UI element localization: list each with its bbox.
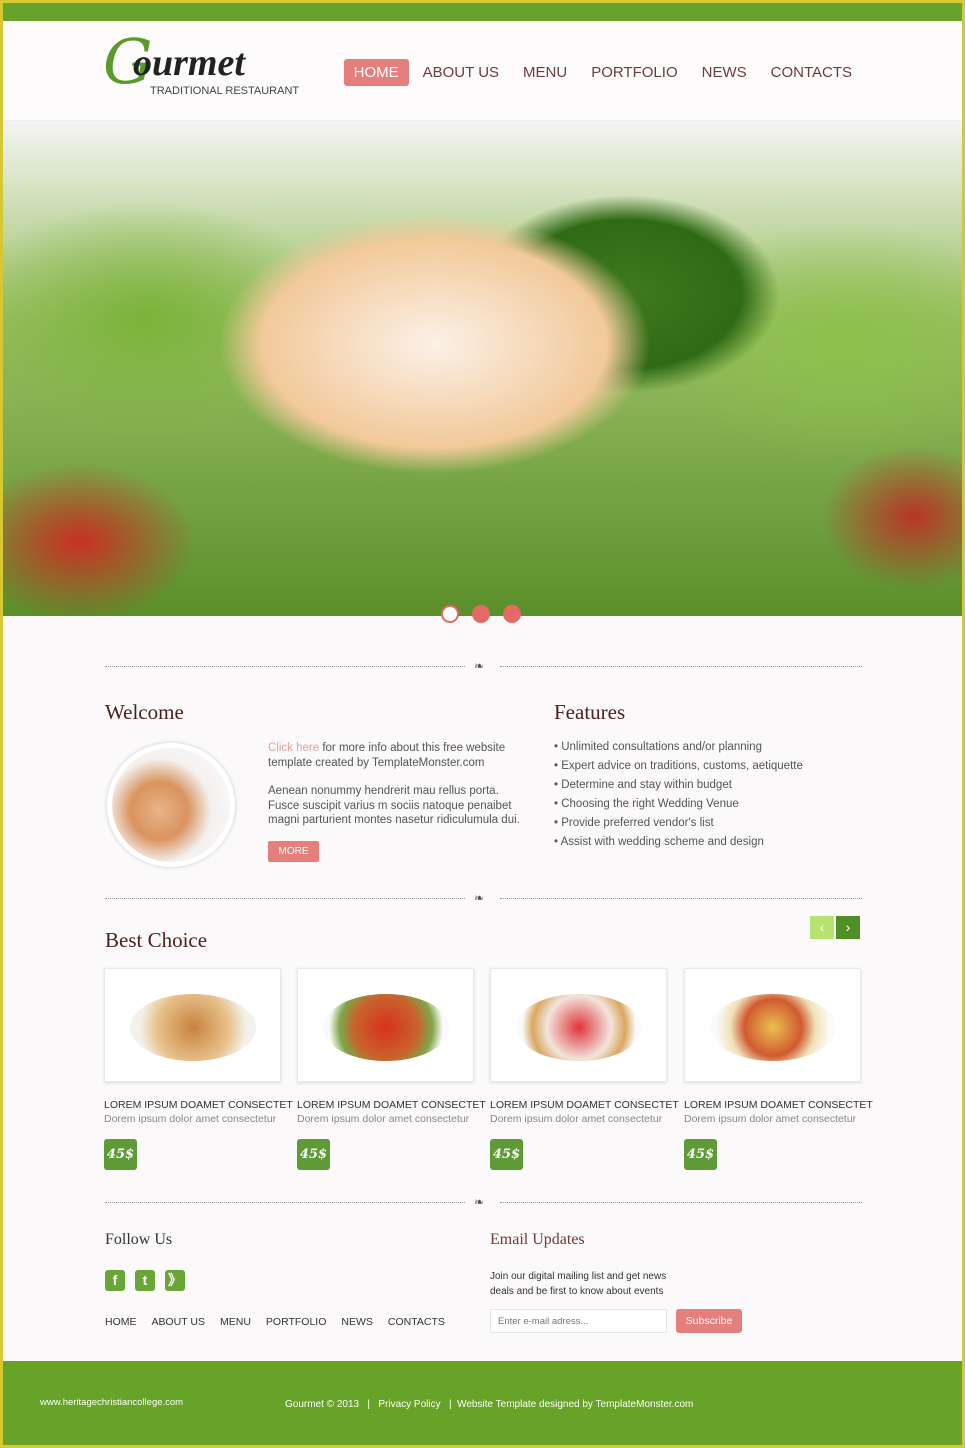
email-text: Join our digital mailing list and get ne… <box>490 1271 667 1297</box>
divider: ❧ <box>105 1195 862 1209</box>
product-desc: Dorem ipsum dolor amet consectetur <box>684 1113 857 1125</box>
price-badge: 45$ <box>297 1139 330 1170</box>
divider: ❧ <box>105 659 862 673</box>
ornament-icon: ❧ <box>474 659 485 673</box>
product-title: LOREM IPSUM DOAMET CONSECTET <box>104 1099 293 1111</box>
prev-arrow-icon[interactable]: ‹ <box>810 916 834 939</box>
privacy-link[interactable]: Privacy Policy <box>378 1399 440 1410</box>
list-item: Unlimited consultations and/or planning <box>554 741 803 760</box>
list-item: Provide preferred vendor's list <box>554 817 803 836</box>
product-image[interactable] <box>684 968 861 1082</box>
product-card[interactable]: LOREM IPSUM DOAMET CONSECTET Dorem ipsum… <box>297 968 486 1170</box>
header: G ourmet TRADITIONAL RESTAURANT HOME ABO… <box>3 21 962 121</box>
slider-dots <box>441 605 521 623</box>
list-item: Choosing the right Wedding Venue <box>554 798 803 817</box>
divider: ❧ <box>105 891 862 905</box>
footer-link-menu[interactable]: MENU <box>220 1316 251 1328</box>
nav-contacts[interactable]: CONTACTS <box>761 59 862 86</box>
next-arrow-icon[interactable]: › <box>836 916 860 939</box>
welcome-title: Welcome <box>105 700 184 724</box>
more-button[interactable]: MORE <box>268 841 319 862</box>
welcome-body: Aenean nonummy hendrerit mau rellus port… <box>268 785 520 826</box>
rss-icon[interactable]: 》 <box>165 1270 185 1291</box>
tagline: TRADITIONAL RESTAURANT <box>150 85 300 97</box>
nav-about[interactable]: ABOUT US <box>413 59 509 86</box>
footer-link-about[interactable]: ABOUT US <box>152 1316 205 1328</box>
follow-title: Follow Us <box>105 1231 173 1248</box>
watermark: www.heritagechristiancollege.com <box>40 1397 184 1408</box>
product-desc: Dorem ipsum dolor amet consectetur <box>104 1113 277 1125</box>
footer-link-news[interactable]: NEWS <box>341 1316 373 1328</box>
main-nav: HOME ABOUT US MENU PORTFOLIO NEWS CONTAC… <box>343 59 862 86</box>
page: G ourmet TRADITIONAL RESTAURANT HOME ABO… <box>3 3 962 1445</box>
product-card[interactable]: LOREM IPSUM DOAMET CONSECTET Dorem ipsum… <box>684 968 873 1170</box>
logo-text: ourmet <box>133 42 245 84</box>
ornament-icon: ❧ <box>474 891 485 905</box>
product-title: LOREM IPSUM DOAMET CONSECTET <box>490 1099 679 1111</box>
nav-portfolio[interactable]: PORTFOLIO <box>581 59 687 86</box>
top-bar <box>3 3 962 21</box>
product-card[interactable]: LOREM IPSUM DOAMET CONSECTET Dorem ipsum… <box>490 968 679 1170</box>
list-item: Expert advice on traditions, customs, ae… <box>554 760 803 779</box>
slider-dot-2[interactable] <box>472 605 490 623</box>
ornament-icon: ❧ <box>474 1195 485 1209</box>
price-badge: 45$ <box>104 1139 137 1170</box>
facebook-icon[interactable]: f <box>105 1270 125 1291</box>
product-image[interactable] <box>104 968 281 1082</box>
product-title: LOREM IPSUM DOAMET CONSECTET <box>297 1099 486 1111</box>
email-input[interactable] <box>490 1309 667 1333</box>
price-badge: 45$ <box>684 1139 717 1170</box>
product-card[interactable]: LOREM IPSUM DOAMET CONSECTET Dorem ipsum… <box>104 968 293 1170</box>
copyright-text: Gourmet © 2013 <box>285 1399 360 1410</box>
list-item: Assist with wedding scheme and design <box>554 836 803 855</box>
product-desc: Dorem ipsum dolor amet consectetur <box>490 1113 663 1125</box>
welcome-text: Click here for more info about this free… <box>268 741 528 828</box>
price-badge: 45$ <box>490 1139 523 1170</box>
features-list: Unlimited consultations and/or planning … <box>554 741 803 855</box>
social-icons: f t 》 <box>105 1270 185 1291</box>
footer-nav: HOME ABOUT US MENU PORTFOLIO NEWS CONTAC… <box>105 1316 445 1328</box>
product-title: LOREM IPSUM DOAMET CONSECTET <box>684 1099 873 1111</box>
product-desc: Dorem ipsum dolor amet consectetur <box>297 1113 470 1125</box>
hero-image <box>3 121 962 616</box>
slider-dot-3[interactable] <box>503 605 521 623</box>
copyright: Gourmet © 2013 | Privacy Policy | Websit… <box>285 1399 694 1410</box>
slider-dot-1[interactable] <box>441 605 459 623</box>
credit-link[interactable]: Website Template designed by TemplateMon… <box>457 1399 693 1410</box>
click-here-link[interactable]: Click here <box>268 742 319 754</box>
email-title: Email Updates <box>490 1231 585 1248</box>
carousel-arrows: ‹ › <box>810 916 860 939</box>
twitter-icon[interactable]: t <box>135 1270 155 1291</box>
list-item: Determine and stay within budget <box>554 779 803 798</box>
nav-news[interactable]: NEWS <box>692 59 757 86</box>
best-choice-title: Best Choice <box>105 928 208 952</box>
product-image[interactable] <box>297 968 474 1082</box>
nav-menu[interactable]: MENU <box>513 59 577 86</box>
features-title: Features <box>554 700 626 724</box>
chef-avatar <box>107 743 235 867</box>
footer: www.heritagechristiancollege.com Gourmet… <box>3 1361 962 1445</box>
footer-link-contacts[interactable]: CONTACTS <box>388 1316 445 1328</box>
product-image[interactable] <box>490 968 667 1082</box>
subscribe-button[interactable]: Subscribe <box>676 1309 742 1333</box>
footer-link-portfolio[interactable]: PORTFOLIO <box>266 1316 326 1328</box>
nav-home[interactable]: HOME <box>343 59 409 86</box>
footer-link-home[interactable]: HOME <box>105 1316 137 1328</box>
